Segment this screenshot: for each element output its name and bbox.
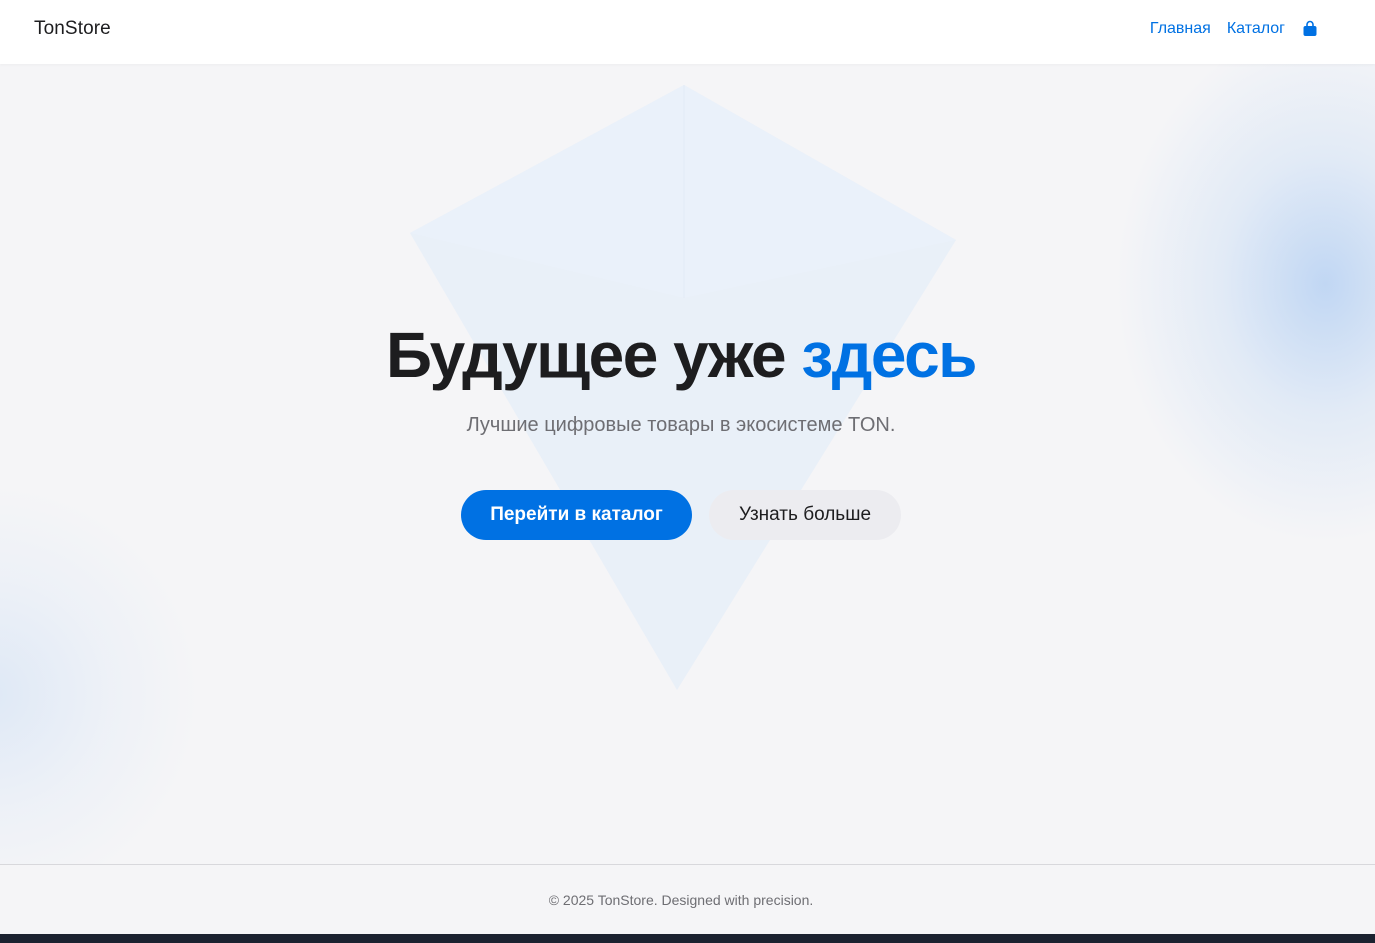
- nav-link-catalog[interactable]: Каталог: [1227, 20, 1285, 38]
- ton-diamond-icon: [410, 85, 956, 690]
- footer-copyright: © 2025 TonStore. Designed with precision…: [548, 892, 814, 908]
- bottom-bar: [0, 934, 1375, 943]
- hero-title-main: Будущее уже: [385, 319, 802, 391]
- brand-logo[interactable]: TonStore: [34, 18, 111, 40]
- learn-more-button[interactable]: Узнать больше: [709, 490, 901, 540]
- go-to-catalog-button[interactable]: Перейти в каталог: [461, 490, 692, 540]
- shopping-bag-icon[interactable]: [1301, 20, 1319, 38]
- hero-title-accent: здесь: [801, 319, 977, 391]
- nav-link-home[interactable]: Главная: [1150, 20, 1211, 38]
- hero-title: Будущее уже здесь: [0, 320, 1362, 390]
- hero-subtitle: Лучшие цифровые товары в экосистеме TON.: [466, 414, 896, 436]
- top-navbar: TonStore Главная Каталог: [0, 0, 1375, 64]
- main-nav: Главная Каталог: [1150, 20, 1319, 38]
- footer: © 2025 TonStore. Designed with precision…: [0, 864, 1375, 935]
- hero-section: Будущее уже здесь Лучшие цифровые товары…: [0, 64, 1375, 864]
- page: TonStore Главная Каталог Будущее уже зде…: [0, 0, 1375, 943]
